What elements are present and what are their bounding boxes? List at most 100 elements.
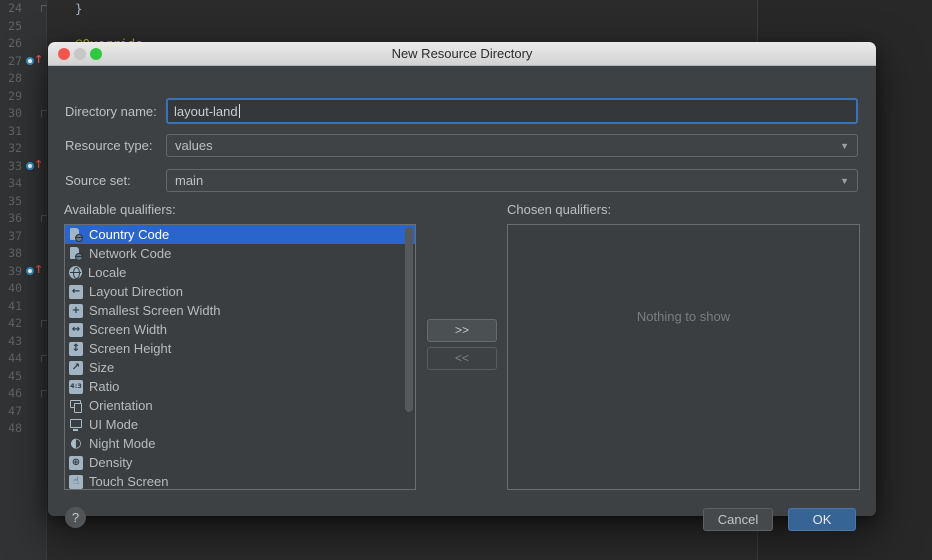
nothing-to-show-text: Nothing to show xyxy=(636,309,731,324)
fold-marker-icon[interactable] xyxy=(41,320,47,327)
qualifier-label: Layout Direction xyxy=(89,284,183,299)
text-caret xyxy=(238,104,240,118)
fold-marker-icon[interactable] xyxy=(41,5,47,12)
remove-qualifier-button[interactable]: << xyxy=(427,347,497,370)
fold-marker-icon[interactable] xyxy=(41,355,47,362)
qualifier-list-item[interactable]: Density xyxy=(65,453,415,472)
qualifier-list-item[interactable]: Network Code xyxy=(65,244,415,263)
line-number: 41 xyxy=(8,298,22,313)
directory-name-input[interactable]: layout-land xyxy=(166,98,858,124)
chevron-down-icon: ▼ xyxy=(840,175,849,186)
line-number: 36 xyxy=(8,211,22,225)
code-line: } xyxy=(75,1,83,16)
smallest-screen-width-icon xyxy=(69,303,83,318)
qualifier-label: Locale xyxy=(88,265,127,280)
line-number: 25 xyxy=(8,18,22,33)
qualifier-label: Smallest Screen Width xyxy=(89,303,221,318)
qualifier-label: Screen Width xyxy=(89,322,168,337)
available-qualifiers-list[interactable]: Country Code Network Code Locale Layout Dir… xyxy=(64,224,416,490)
source-set-value: main xyxy=(175,173,204,188)
line-number: 46 xyxy=(8,386,22,400)
qualifier-list-item[interactable]: Locale xyxy=(65,263,415,282)
layout-direction-icon xyxy=(69,284,83,299)
qualifier-label: UI Mode xyxy=(89,417,139,432)
qualifier-list-item[interactable]: Screen Width xyxy=(65,320,415,339)
ok-button[interactable]: OK xyxy=(788,508,856,531)
qualifier-label: Touch Screen xyxy=(89,474,169,489)
add-qualifier-button[interactable]: >> xyxy=(427,319,497,342)
line-number: 27 xyxy=(8,53,22,68)
qualifier-list-item[interactable]: Night Mode xyxy=(65,434,415,453)
touch-screen-icon xyxy=(69,474,83,489)
list-scrollbar[interactable] xyxy=(405,227,413,412)
qualifier-list-item[interactable]: UI Mode xyxy=(65,415,415,434)
line-number: 26 xyxy=(8,36,22,50)
locale-icon xyxy=(69,266,82,279)
chosen-qualifiers-label: Chosen qualifiers: xyxy=(507,202,612,217)
line-number: 24 xyxy=(8,1,22,15)
source-set-select[interactable]: main ▼ xyxy=(166,169,858,192)
line-number: 35 xyxy=(8,193,22,208)
override-marker-icon[interactable]: ↑ xyxy=(26,158,43,173)
orientation-icon xyxy=(69,399,83,413)
qualifier-list-item[interactable]: Smallest Screen Width xyxy=(65,301,415,320)
line-number: 42 xyxy=(8,316,22,330)
qualifier-label: Density xyxy=(89,455,133,470)
night-mode-icon xyxy=(69,437,83,451)
help-button[interactable]: ? xyxy=(65,507,86,528)
qualifier-label: Screen Height xyxy=(89,341,172,356)
fold-marker-icon[interactable] xyxy=(41,390,47,397)
qualifier-list-item[interactable]: Orientation xyxy=(65,396,415,415)
density-icon xyxy=(69,455,83,470)
line-number: 38 xyxy=(8,246,22,260)
source-set-label: Source set: xyxy=(65,173,131,188)
available-qualifiers-label: Available qualifiers: xyxy=(64,202,176,217)
directory-name-value: layout-land xyxy=(174,103,238,119)
screen-height-icon xyxy=(69,341,83,356)
resource-type-value: values xyxy=(175,138,213,153)
override-marker-icon[interactable]: ↑ xyxy=(26,263,43,278)
cancel-button[interactable]: Cancel xyxy=(703,508,773,531)
qualifier-label: Country Code xyxy=(89,227,170,242)
editor-gutter: 24 25 26 27 28 29 30 31 32 33 34 35 36 37 38 39 40 41 42 43… xyxy=(0,0,47,560)
fold-marker-icon[interactable] xyxy=(41,215,47,222)
chosen-qualifiers-panel: Nothing to show xyxy=(507,224,860,490)
resource-type-select[interactable]: values ▼ xyxy=(166,134,858,157)
line-number: 32 xyxy=(8,141,22,155)
line-number: 45 xyxy=(8,368,22,383)
line-number: 30 xyxy=(8,106,22,120)
qualifier-label: Network Code xyxy=(89,246,172,261)
qualifier-label: Size xyxy=(89,360,115,375)
qualifier-list-item[interactable]: Country Code xyxy=(65,225,415,244)
ratio-icon xyxy=(69,379,83,394)
qualifier-label: Ratio xyxy=(89,379,120,394)
line-number: 29 xyxy=(8,88,22,103)
dialog-title: New Resource Directory xyxy=(391,46,533,61)
line-number: 44 xyxy=(8,351,22,365)
size-icon xyxy=(69,360,83,375)
line-number: 48 xyxy=(8,421,22,435)
ui-mode-icon xyxy=(69,418,83,432)
fold-marker-icon[interactable] xyxy=(41,110,47,117)
country-code-icon xyxy=(69,227,83,242)
line-number: 40 xyxy=(8,281,22,295)
dialog-titlebar[interactable]: New Resource Directory xyxy=(48,42,876,66)
line-number: 39 xyxy=(8,263,22,278)
line-number: 37 xyxy=(8,228,22,243)
qualifier-label: Orientation xyxy=(89,398,153,413)
line-number: 34 xyxy=(8,176,22,190)
directory-name-label: Directory name: xyxy=(65,104,157,119)
chevron-down-icon: ▼ xyxy=(840,140,849,151)
override-marker-icon[interactable]: ↑ xyxy=(26,53,43,68)
line-number: 47 xyxy=(8,403,22,418)
line-number: 31 xyxy=(8,123,22,138)
qualifier-list-item[interactable]: Screen Height xyxy=(65,339,415,358)
line-number: 43 xyxy=(8,333,22,348)
screen-width-icon xyxy=(69,322,83,337)
qualifier-list-item[interactable]: Ratio xyxy=(65,377,415,396)
qualifier-list-item[interactable]: Touch Screen xyxy=(65,472,415,489)
qualifier-list-item[interactable]: Size xyxy=(65,358,415,377)
line-number: 28 xyxy=(8,71,22,85)
qualifier-list-item[interactable]: Layout Direction xyxy=(65,282,415,301)
qualifier-label: Night Mode xyxy=(89,436,156,451)
